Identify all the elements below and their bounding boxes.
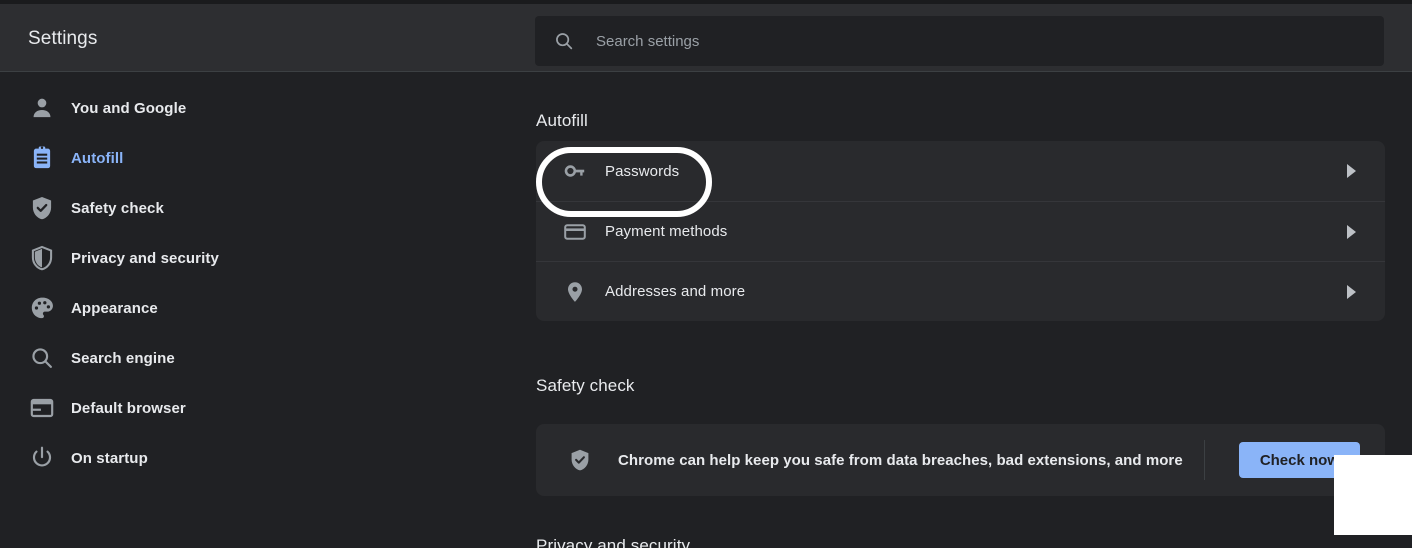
sidebar-item-privacy-and-security[interactable]: Privacy and security [0,233,510,283]
shield-half-icon [29,245,55,271]
autofill-row-label: Passwords [605,162,680,180]
shield-check-icon [29,195,55,221]
sidebar-item-on-startup[interactable]: On startup [0,433,510,483]
privacy-and-security-section-title: Privacy and security [536,536,691,548]
sidebar-item-label: Autofill [71,149,124,167]
sidebar-item-you-and-google[interactable]: You and Google [0,83,510,133]
sidebar-item-label: Safety check [71,199,164,217]
autofill-row-addresses-and-more[interactable]: Addresses and more [536,261,1385,321]
autofill-row-label: Addresses and more [605,283,746,300]
settings-page: Settings You and Google [0,0,1412,548]
search-settings-box[interactable] [535,16,1384,66]
settings-header: Settings [0,4,1412,72]
sidebar-item-appearance[interactable]: Appearance [0,283,510,333]
chevron-right-icon[interactable] [1347,164,1356,178]
occluding-white-box [1334,455,1412,535]
palette-icon [29,295,55,321]
sidebar-item-label: You and Google [71,99,187,117]
page-title: Settings [28,28,98,49]
sidebar-item-search-engine[interactable]: Search engine [0,333,510,383]
settings-main-content: Autofill Passwords Payment methods Addre… [510,73,1412,548]
autofill-row-passwords[interactable]: Passwords [536,141,1385,201]
autofill-section-title: Autofill [536,111,588,130]
key-icon [563,159,587,183]
power-icon [29,445,55,471]
browser-window-icon [29,395,55,421]
safety-check-card: Chrome can help keep you safe from data … [536,424,1385,496]
autofill-row-payment-methods[interactable]: Payment methods [536,201,1385,261]
sidebar-item-default-browser[interactable]: Default browser [0,383,510,433]
clipboard-icon [29,145,55,171]
sidebar-item-label: Appearance [71,299,158,317]
sidebar-item-label: On startup [71,449,148,467]
sidebar-item-safety-check[interactable]: Safety check [0,183,510,233]
credit-card-icon [563,220,587,244]
autofill-row-label: Payment methods [605,223,728,240]
sidebar-item-label: Search engine [71,349,175,367]
chevron-right-icon[interactable] [1347,224,1356,239]
search-icon [553,30,575,52]
vertical-divider [1204,440,1205,480]
safety-check-message: Chrome can help keep you safe from data … [618,451,1183,469]
shield-check-icon [568,448,592,472]
location-pin-icon [563,280,587,304]
sidebar-item-label: Privacy and security [71,249,219,267]
person-icon [29,95,55,121]
search-icon [29,345,55,371]
autofill-card: Passwords Payment methods Addresses and … [536,141,1385,321]
settings-sidebar: You and Google Autofill Safety check Pri… [0,73,510,548]
sidebar-item-label: Default browser [71,399,186,417]
safety-check-section-title: Safety check [536,376,635,395]
sidebar-item-autofill[interactable]: Autofill [0,133,510,183]
search-input[interactable] [596,32,1384,50]
chevron-right-icon[interactable] [1347,284,1356,299]
